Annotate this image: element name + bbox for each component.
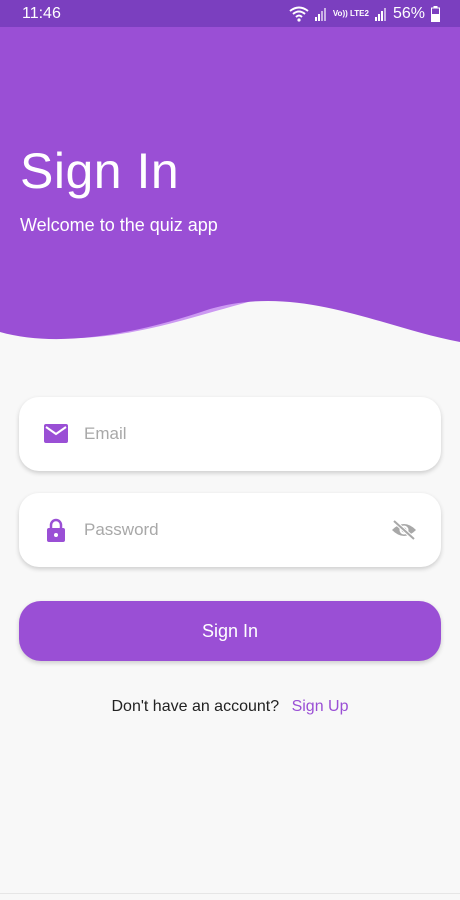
email-field[interactable] — [19, 397, 441, 471]
signup-prompt: Don't have an account? — [111, 698, 280, 715]
page-subtitle: Welcome to the quiz app — [20, 215, 218, 235]
page-title: Sign In — [20, 143, 180, 199]
hero-header: Sign In Welcome to the quiz app — [0, 27, 460, 357]
status-icons: Vo)) LTE2 56% — [289, 5, 440, 23]
mail-icon — [44, 422, 68, 446]
password-input[interactable] — [82, 519, 391, 541]
sign-in-button[interactable]: Sign In — [19, 601, 441, 661]
sign-up-link[interactable]: Sign Up — [292, 698, 349, 715]
battery-percent: 56% — [392, 4, 425, 22]
status-bar: 11:46 Vo)) LTE2 56% — [0, 0, 460, 27]
volte-label: Vo)) LTE2 — [332, 8, 369, 18]
status-time: 11:46 — [22, 4, 61, 22]
eye-off-icon[interactable] — [391, 517, 417, 543]
signal-icon — [314, 7, 326, 21]
signup-row: Don't have an account? Sign Up — [0, 698, 460, 716]
wifi-icon — [289, 6, 309, 22]
password-field[interactable] — [19, 493, 441, 567]
battery-icon — [431, 5, 440, 22]
bottom-divider — [0, 893, 460, 894]
lock-icon — [44, 518, 68, 542]
signal-icon-2 — [374, 7, 386, 21]
email-input[interactable] — [82, 423, 417, 445]
